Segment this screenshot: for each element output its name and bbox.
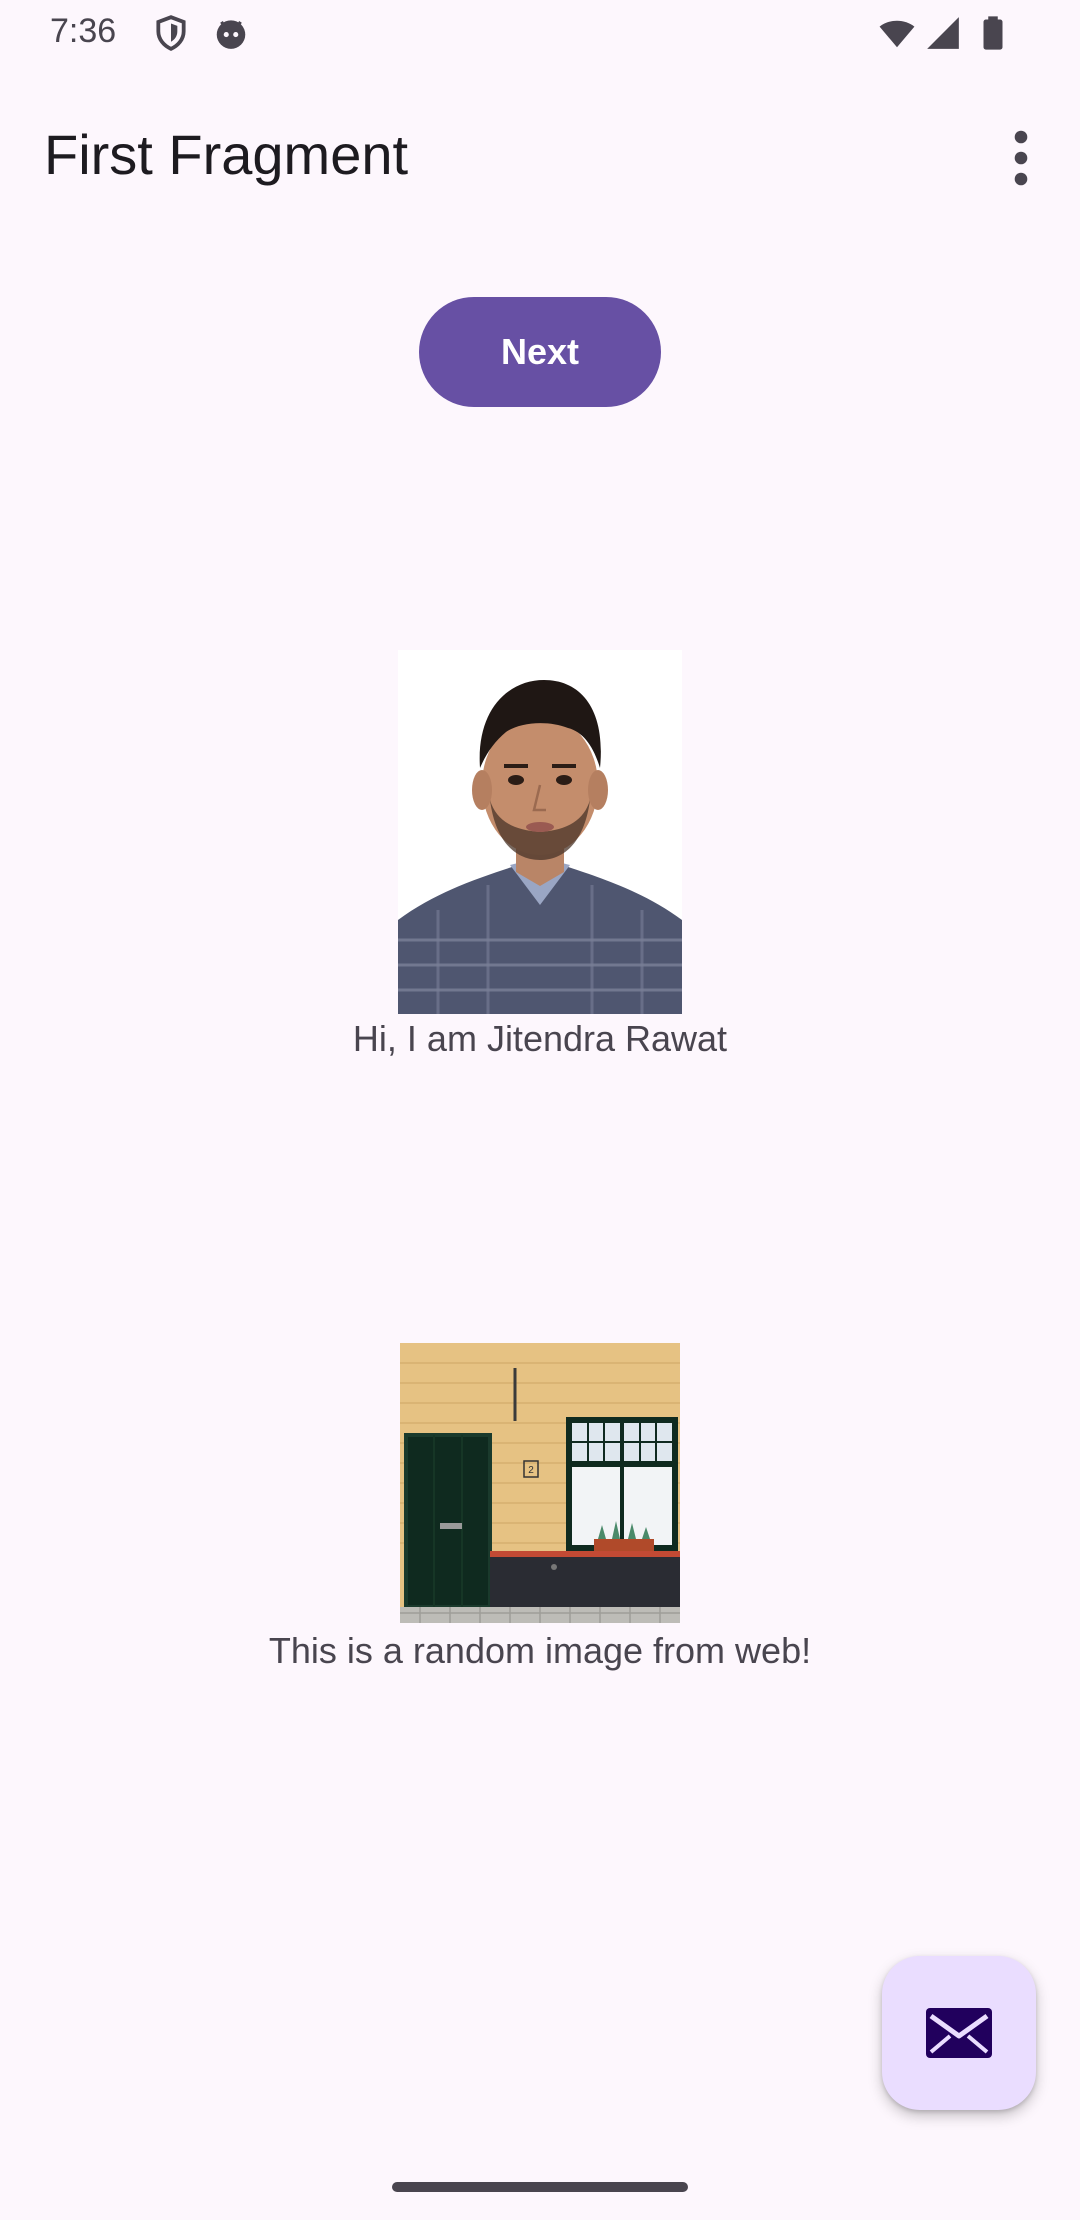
svg-text:2: 2: [528, 1465, 534, 1476]
next-button[interactable]: Next: [419, 297, 661, 407]
more-vert-icon[interactable]: [1006, 128, 1036, 188]
gesture-nav-handle[interactable]: [392, 2182, 688, 2192]
signal-icon: [927, 17, 959, 49]
battery-icon: [983, 16, 1003, 50]
page-title: First Fragment: [44, 123, 409, 186]
email-fab[interactable]: [882, 1956, 1036, 2110]
status-time: 7:36: [50, 12, 117, 50]
email-icon: [926, 2008, 992, 2058]
wifi-icon: [879, 20, 915, 48]
profile-caption: Hi, I am Jitendra Rawat: [352, 1018, 728, 1059]
status-bar: 7:36: [0, 0, 1080, 66]
app-bar: First Fragment: [0, 66, 1080, 246]
shield-icon: [156, 15, 186, 51]
profile-photo: [398, 650, 682, 1014]
android-icon: [216, 20, 246, 49]
random-image-caption: This is a random image from web!: [268, 1630, 812, 1671]
random-photo: 2: [400, 1343, 680, 1623]
